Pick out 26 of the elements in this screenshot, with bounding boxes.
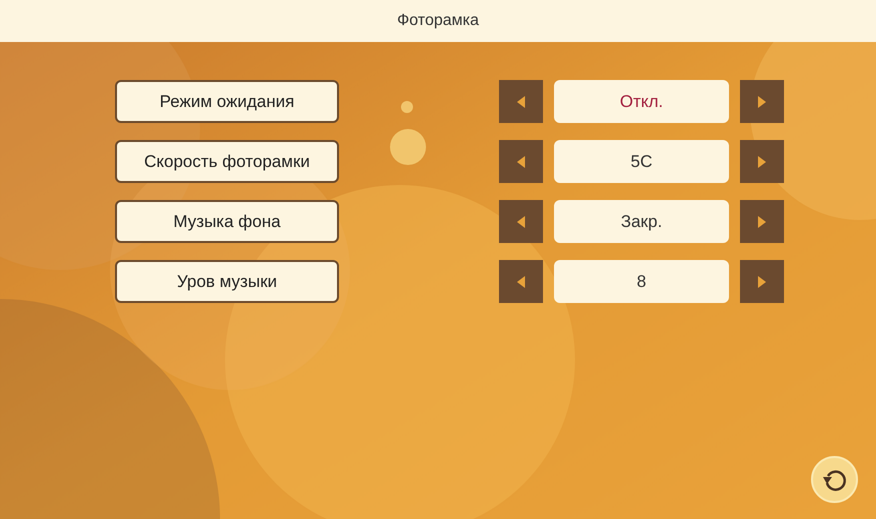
right-triangle-icon: [758, 96, 766, 108]
previous-button[interactable]: [499, 80, 543, 123]
value-field: Закр.: [554, 200, 729, 243]
setting-label-button[interactable]: Режим ожидания: [115, 80, 339, 123]
right-triangle-icon: [758, 216, 766, 228]
setting-label-button[interactable]: Скорость фоторамки: [115, 140, 339, 183]
next-button[interactable]: [740, 260, 784, 303]
right-triangle-icon: [758, 276, 766, 288]
bubble-drawing: [390, 101, 426, 165]
left-triangle-icon: [517, 216, 525, 228]
window-title: Фоторамка: [397, 11, 479, 31]
value-field: 8: [554, 260, 729, 303]
setting-label-button[interactable]: Уров музыки: [115, 260, 339, 303]
value-field: 5С: [554, 140, 729, 183]
left-triangle-icon: [517, 276, 525, 288]
value-field: Откл.: [554, 80, 729, 123]
previous-button[interactable]: [499, 200, 543, 243]
next-button[interactable]: [740, 140, 784, 183]
next-button[interactable]: [740, 80, 784, 123]
previous-button[interactable]: [499, 260, 543, 303]
right-triangle-icon: [758, 156, 766, 168]
left-triangle-icon: [517, 96, 525, 108]
next-button[interactable]: [740, 200, 784, 243]
setting-label-button[interactable]: Музыка фона: [115, 200, 339, 243]
left-triangle-icon: [517, 156, 525, 168]
previous-button[interactable]: [499, 140, 543, 183]
